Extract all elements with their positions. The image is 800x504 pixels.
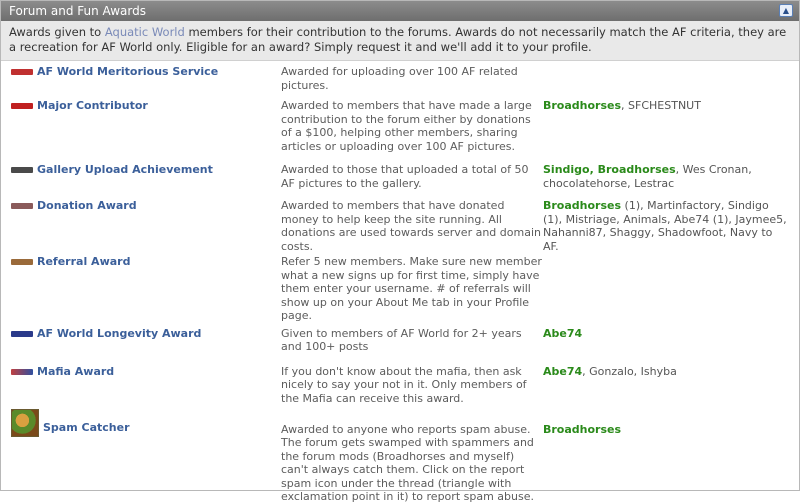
table-row: Mafia Award If you don't know about the … xyxy=(1,361,799,409)
award-description: Awarded to members that have made a larg… xyxy=(281,99,532,153)
table-row: AF World Longevity Award Given to member… xyxy=(1,323,799,361)
award-description: Given to members of AF World for 2+ year… xyxy=(281,326,522,354)
chevron-up-icon[interactable]: ▲ xyxy=(779,4,793,17)
award-recipients: Broadhorses xyxy=(543,422,622,436)
table-row: AF World Meritorious Service Awarded for… xyxy=(1,61,799,97)
intro-text: Awards given to Aquatic World members fo… xyxy=(1,21,799,61)
award-recipients: Abe74, Gonzalo, Ishyba xyxy=(543,364,677,378)
award-description: Awarded to those that uploaded a total o… xyxy=(281,163,529,190)
award-name[interactable]: AF World Meritorious Service xyxy=(37,65,218,78)
awards-table: AF World Meritorious Service Awarded for… xyxy=(1,61,799,504)
forum-awards-panel: Forum and Fun Awards ▲ Awards given to A… xyxy=(0,0,800,503)
award-description: Awarded to members that have donated mon… xyxy=(281,199,541,253)
award-description: If you don't know about the mafia, then … xyxy=(281,364,527,405)
table-row: Major Contributor Awarded to members tha… xyxy=(1,97,799,159)
award-description: Refer 5 new members. Make sure new membe… xyxy=(281,255,542,322)
spam-catcher-badge-icon xyxy=(11,408,39,437)
table-row: Gallery Upload Achievement Awarded to th… xyxy=(1,159,799,197)
panel-title: Forum and Fun Awards xyxy=(9,4,147,18)
table-row: Referral Award Refer 5 new members. Make… xyxy=(1,253,799,323)
award-description: Awarded to anyone who reports spam abuse… xyxy=(281,422,534,504)
award-name[interactable]: Mafia Award xyxy=(37,365,114,378)
award-name[interactable]: AF World Longevity Award xyxy=(37,327,201,340)
award-badge-icon xyxy=(11,69,33,75)
award-badge-icon xyxy=(11,330,33,337)
award-badge-icon xyxy=(11,167,33,173)
award-recipients: Sindigo, Broadhorses, Wes Cronan, chocol… xyxy=(543,163,752,190)
award-recipients: Broadhorses, SFCHESTNUT xyxy=(543,99,701,112)
award-recipients xyxy=(543,61,799,97)
award-recipients: Abe74 xyxy=(543,326,583,340)
award-name[interactable]: Spam Catcher xyxy=(43,409,130,435)
award-badge-icon xyxy=(11,103,33,109)
award-name[interactable]: Gallery Upload Achievement xyxy=(37,163,213,176)
award-name[interactable]: Donation Award xyxy=(37,199,137,212)
award-badge-icon xyxy=(11,259,33,265)
table-row: Donation Award Awarded to members that h… xyxy=(1,197,799,253)
panel-header: Forum and Fun Awards ▲ xyxy=(1,1,799,21)
award-name[interactable]: Major Contributor xyxy=(37,99,148,112)
award-badge-icon xyxy=(11,368,33,375)
award-recipients xyxy=(543,253,799,323)
award-name[interactable]: Referral Award xyxy=(37,255,130,268)
award-badge-icon xyxy=(11,203,33,209)
site-link[interactable]: Aquatic World xyxy=(105,25,185,39)
award-recipients: Broadhorses (1), Martinfactory, Sindigo … xyxy=(543,199,787,253)
award-description: Awarded for uploading over 100 AF relate… xyxy=(281,65,518,92)
table-row: Spam Catcher Awarded to anyone who repor… xyxy=(1,408,799,504)
